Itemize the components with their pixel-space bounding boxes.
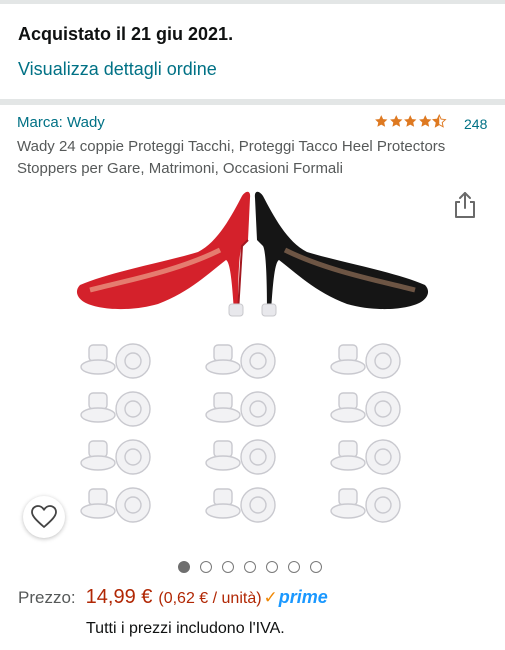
prime-badge: ✓ prime xyxy=(264,587,328,608)
carousel-dot[interactable] xyxy=(266,561,278,573)
star-full-icon xyxy=(375,115,388,127)
unit-price: (0,62 € / unità) xyxy=(158,590,262,607)
product-title: Wady 24 coppie Proteggi Tacchi, Proteggi… xyxy=(17,138,446,177)
star-full-icon xyxy=(404,115,417,127)
share-button[interactable] xyxy=(452,191,478,219)
heart-icon xyxy=(31,505,57,528)
carousel-dot[interactable] xyxy=(178,561,190,573)
star-full-icon xyxy=(389,115,402,127)
heel-protectors-grid xyxy=(80,343,401,523)
carousel-dot[interactable] xyxy=(222,561,234,573)
red-heel-shoe xyxy=(76,191,251,317)
star-half-icon xyxy=(432,114,447,128)
price-value: 14,99 € xyxy=(85,586,153,608)
black-heel-shoe xyxy=(254,191,429,317)
carousel-dot[interactable] xyxy=(310,561,322,573)
rating-count-link[interactable]: 248 xyxy=(464,116,487,132)
price-label: Prezzo: xyxy=(18,588,76,607)
share-icon xyxy=(455,192,475,218)
carousel-dot[interactable] xyxy=(200,561,212,573)
prime-check-icon: ✓ xyxy=(263,588,278,607)
purchase-date: Acquistato il 21 giu 2021. xyxy=(18,24,234,44)
wishlist-button[interactable] xyxy=(23,496,65,538)
carousel-dot[interactable] xyxy=(244,561,256,573)
section-divider xyxy=(0,99,505,105)
product-image[interactable] xyxy=(70,180,435,540)
prime-label: prime xyxy=(278,587,328,607)
star-rating[interactable] xyxy=(374,114,447,129)
vat-note: Tutti i prezzi includono l'IVA. xyxy=(86,620,285,637)
price-row: Prezzo: 14,99 € (0,62 € / unità) ✓ prime xyxy=(18,586,328,609)
brand-link[interactable]: Marca: Wady xyxy=(17,114,105,131)
order-details-link[interactable]: Visualizza dettagli ordine xyxy=(18,59,217,80)
top-divider xyxy=(0,0,505,4)
star-full-icon xyxy=(418,115,431,127)
carousel-dot[interactable] xyxy=(288,561,300,573)
image-carousel-dots[interactable] xyxy=(178,561,322,573)
